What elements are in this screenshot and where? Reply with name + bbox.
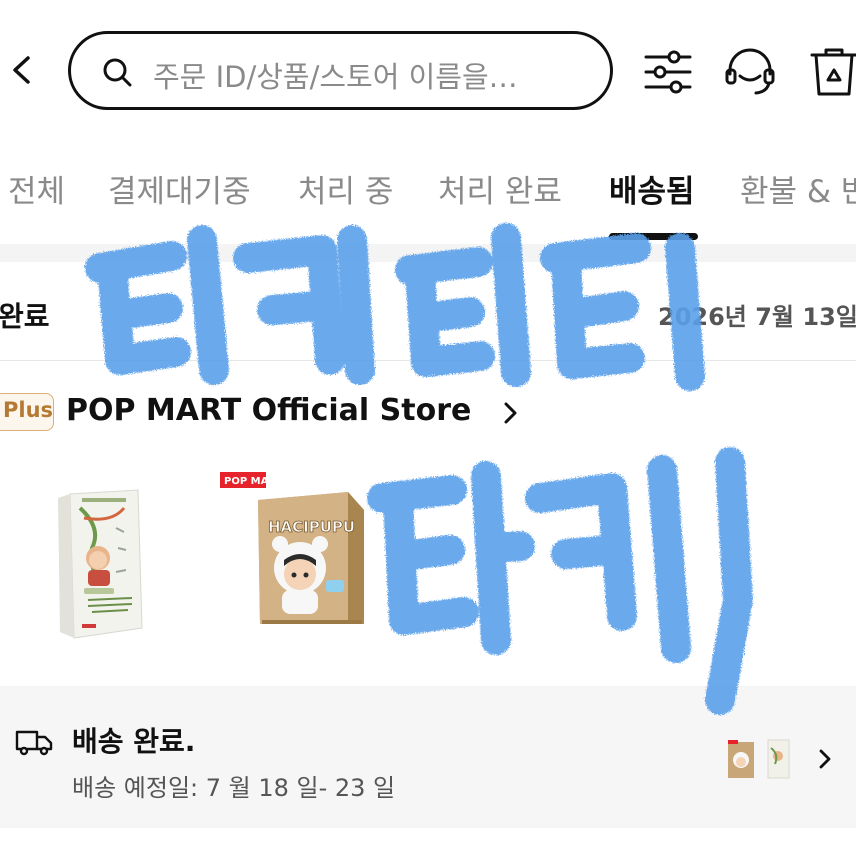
shipment-thumbnail-blind-box: [767, 739, 790, 779]
chevron-right-icon[interactable]: [816, 747, 834, 771]
filter-sliders-icon[interactable]: [640, 44, 696, 100]
store-name-link[interactable]: POP MART Official Store: [66, 393, 471, 428]
tab-awaiting-payment[interactable]: 결제대기중: [108, 166, 251, 211]
tab-refund[interactable]: 환불 & 반: [740, 166, 856, 211]
plus-badge-label: Plus: [3, 398, 54, 422]
trash-icon[interactable]: [806, 44, 856, 100]
order-status-tabs: 전체 결제대기중 처리 중 처리 완료 배송됨 환불 & 반: [0, 160, 856, 250]
svg-text:POP MART: POP MART: [224, 476, 283, 487]
back-arrow-icon[interactable]: [6, 50, 38, 90]
shipping-status-title: 배송 완료.: [72, 725, 196, 758]
shipment-thumbnail-hacipupu: [728, 740, 754, 778]
search-input[interactable]: 주문 ID/상품/스토어 이름을…: [68, 31, 613, 110]
product-image-blind-box[interactable]: [52, 488, 144, 640]
delivery-estimate: 배송 예정일: 7 월 18 일- 23 일: [72, 774, 396, 802]
shipping-status-panel[interactable]: 배송 완료. 배송 예정일: 7 월 18 일- 23 일: [0, 686, 856, 828]
divider: [0, 360, 856, 361]
active-tab-indicator: [609, 233, 698, 240]
tab-processing[interactable]: 처리 중: [298, 166, 393, 211]
tab-shipped[interactable]: 배송됨: [609, 166, 695, 211]
order-status-label: 완료: [0, 300, 50, 333]
headset-support-icon[interactable]: [722, 44, 778, 100]
tab-processed[interactable]: 처리 완료: [438, 166, 562, 211]
tab-all[interactable]: 전체: [8, 166, 65, 211]
product-image-hacipupu[interactable]: POP MART HACIPUPU: [218, 470, 368, 630]
search-icon: [103, 58, 132, 87]
chevron-right-icon[interactable]: [500, 400, 520, 426]
top-bar: 주문 ID/상품/스토어 이름을…: [0, 0, 856, 140]
svg-text:HACIPUPU: HACIPUPU: [268, 518, 355, 536]
plus-badge: Plus: [0, 393, 54, 431]
truck-icon: [15, 730, 53, 756]
section-divider: [0, 244, 856, 262]
order-date: 2026년 7월 13일: [658, 303, 856, 331]
search-placeholder: 주문 ID/상품/스토어 이름을…: [153, 60, 518, 94]
bottom-spacer: [0, 828, 856, 856]
